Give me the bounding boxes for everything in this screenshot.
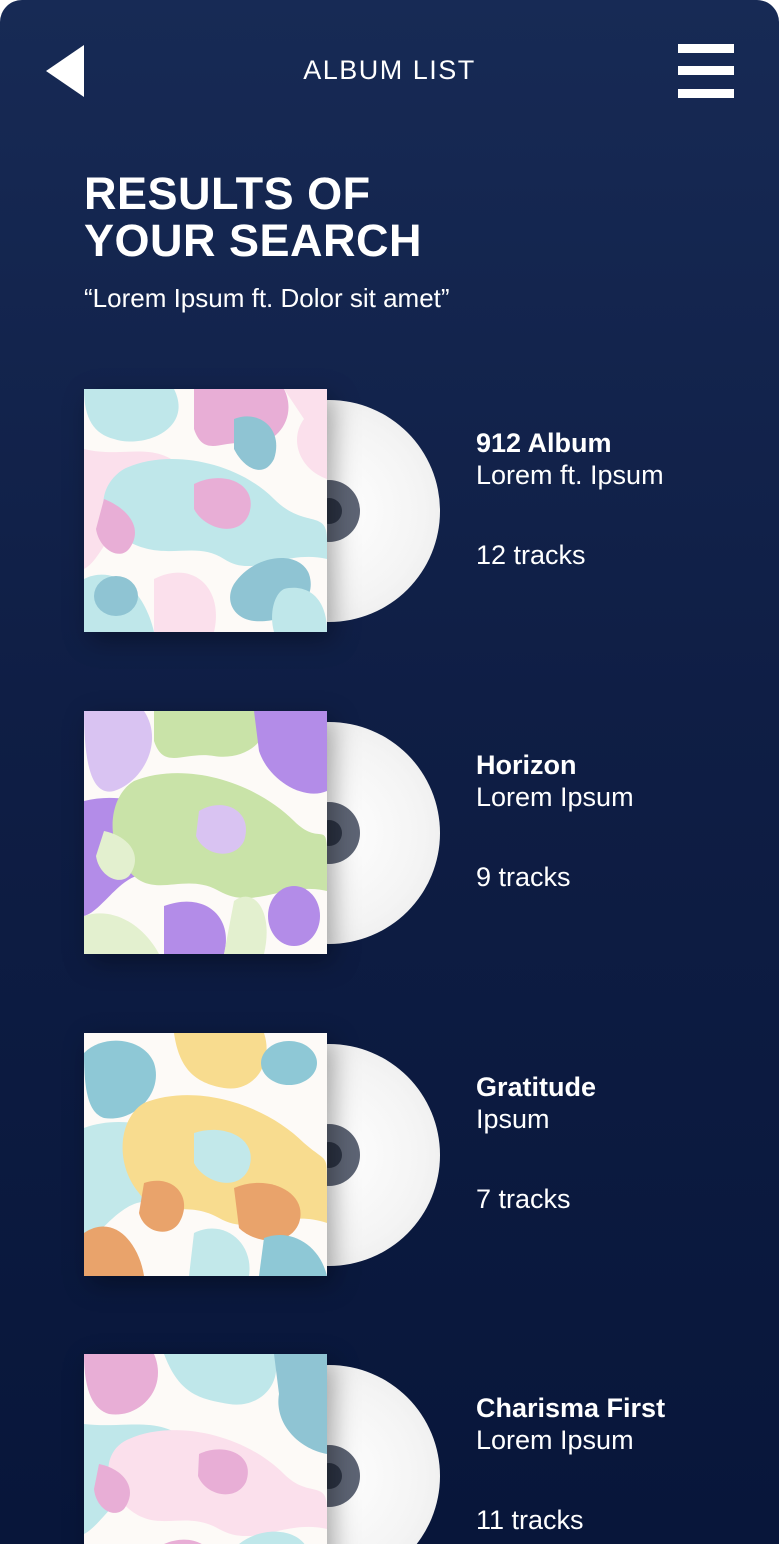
album-artist: Lorem Ipsum xyxy=(476,782,634,812)
search-query: “Lorem Ipsum ft. Dolor sit amet” xyxy=(84,283,450,313)
menu-bar xyxy=(678,66,734,75)
album-track-count: 11 tracks xyxy=(476,1505,584,1535)
album-list-screen: ALBUM LIST RESULTS OF YOUR SEARCH “Lorem… xyxy=(0,0,779,1544)
album-info: Horizon Lorem Ipsum 9 tracks xyxy=(476,749,736,892)
album-info: Gratitude Ipsum 7 tracks xyxy=(476,1071,736,1214)
album-title: Gratitude xyxy=(476,1072,597,1102)
results-heading-line2: YOUR SEARCH xyxy=(84,215,423,266)
album-item[interactable]: Horizon Lorem Ipsum 9 tracks xyxy=(84,711,734,955)
menu-bar xyxy=(678,44,734,53)
album-title: Charisma First xyxy=(476,1393,666,1423)
album-cover xyxy=(84,1354,327,1544)
album-artist: Ipsum xyxy=(476,1104,550,1134)
album-title: 912 Album xyxy=(476,428,612,458)
album-cover-art xyxy=(84,389,327,632)
album-artist: Lorem Ipsum xyxy=(476,1425,634,1455)
album-info: Charisma First Lorem Ipsum 11 tracks xyxy=(476,1392,736,1535)
album-track-count: 12 tracks xyxy=(476,540,586,570)
album-cover-art xyxy=(84,1354,327,1544)
album-title: Horizon xyxy=(476,750,577,780)
album-item[interactable]: Gratitude Ipsum 7 tracks xyxy=(84,1033,734,1277)
album-track-count: 7 tracks xyxy=(476,1184,571,1214)
hamburger-menu-icon[interactable] xyxy=(676,44,736,100)
album-info: 912 Album Lorem ft. Ipsum 12 tracks xyxy=(476,427,736,570)
album-item[interactable]: 912 Album Lorem ft. Ipsum 12 tracks xyxy=(84,389,734,633)
album-cover-art xyxy=(84,711,327,954)
album-cover xyxy=(84,1033,327,1276)
results-heading-line1: RESULTS OF xyxy=(84,168,371,219)
album-cover xyxy=(84,389,327,632)
screen-title: ALBUM LIST xyxy=(303,55,476,85)
album-cover xyxy=(84,711,327,954)
album-cover-art xyxy=(84,1033,327,1276)
album-artist: Lorem ft. Ipsum xyxy=(476,460,664,490)
album-item[interactable]: Charisma First Lorem Ipsum 11 tracks xyxy=(84,1354,734,1544)
menu-bar xyxy=(678,89,734,98)
album-track-count: 9 tracks xyxy=(476,862,571,892)
results-heading: RESULTS OF YOUR SEARCH xyxy=(84,170,422,264)
